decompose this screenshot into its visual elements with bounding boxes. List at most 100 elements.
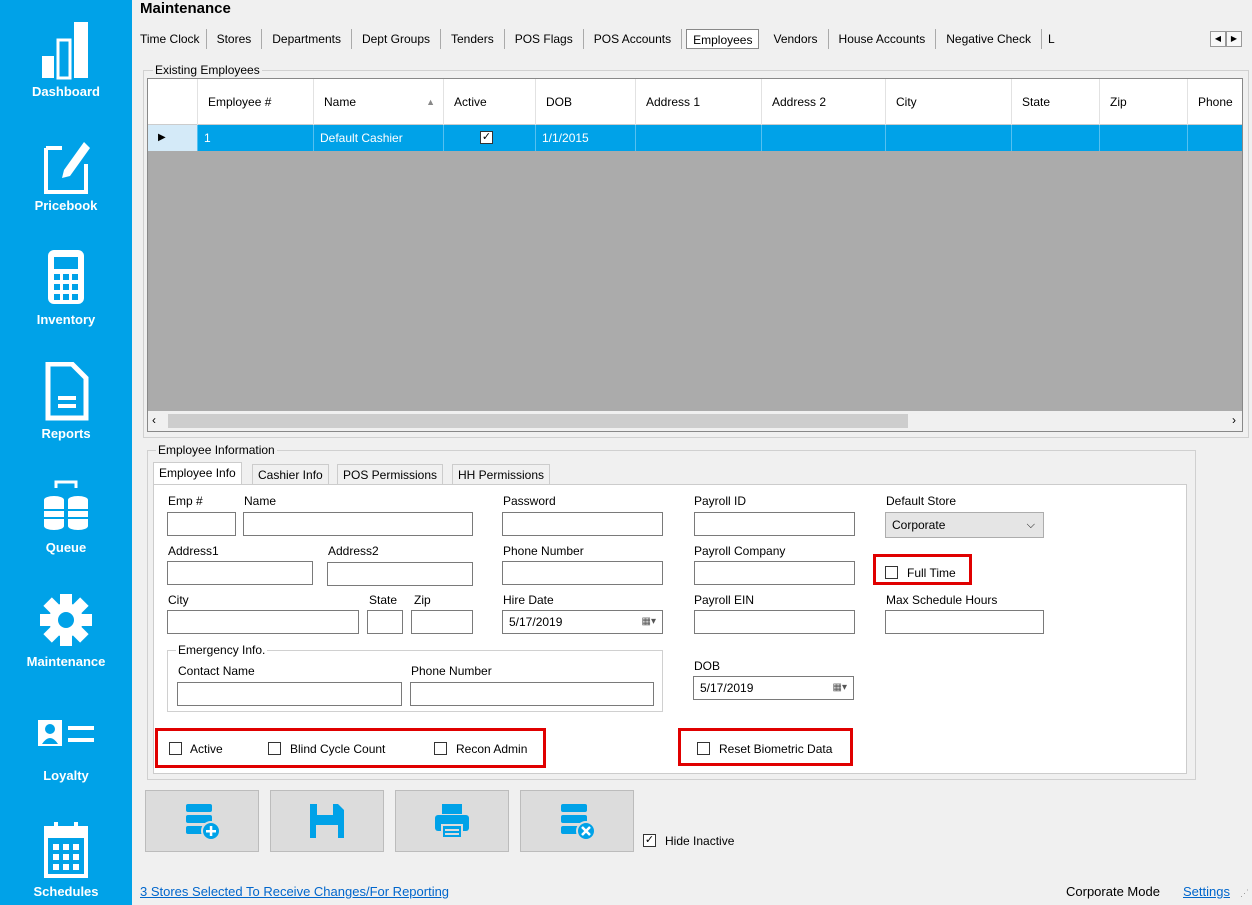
tab-pos-permissions[interactable]: POS Permissions (337, 464, 444, 485)
name-field[interactable] (243, 512, 473, 536)
cell-phone[interactable] (1188, 125, 1242, 151)
database-sync-icon (44, 480, 88, 530)
resize-grip-icon[interactable]: ⋰ (1240, 888, 1249, 899)
nav-schedules[interactable]: Schedules (0, 820, 132, 899)
dob-value: 5/17/2019 (700, 681, 754, 695)
tab-tenders[interactable]: Tenders (441, 29, 505, 49)
nav-pricebook-label: Pricebook (34, 198, 98, 213)
tab-hh-permissions[interactable]: HH Permissions (452, 464, 551, 485)
dob-picker[interactable]: 5/17/2019 ▦▾ (693, 676, 854, 700)
col-zip[interactable]: Zip (1100, 79, 1188, 125)
save-button[interactable] (270, 790, 384, 852)
tab-scroll-left-icon[interactable]: ◀ (1210, 31, 1226, 47)
nav-maintenance[interactable]: Maintenance (0, 590, 132, 669)
payroll-id-field[interactable] (694, 512, 855, 536)
phone-number-field[interactable] (502, 561, 663, 585)
default-store-select[interactable]: Corporate ⌵ (885, 512, 1044, 538)
nav-dashboard[interactable]: Dashboard (0, 20, 132, 99)
sort-ascending-icon: ▲ (426, 97, 435, 107)
cell-name[interactable]: Default Cashier (314, 125, 444, 151)
nav-inventory[interactable]: Inventory (0, 248, 132, 327)
tab-pos-accounts[interactable]: POS Accounts (584, 29, 683, 49)
cell-active[interactable]: ✓ (444, 125, 536, 151)
col-name[interactable]: Name ▲ (314, 79, 444, 125)
nav-schedules-label: Schedules (33, 884, 99, 899)
dob-label: DOB (694, 659, 721, 673)
hire-date-value: 5/17/2019 (509, 615, 563, 629)
scroll-right-icon[interactable]: › (1232, 413, 1236, 427)
cell-address2[interactable] (762, 125, 886, 151)
max-schedule-hours-field[interactable] (885, 610, 1044, 634)
add-employee-button[interactable] (145, 790, 259, 852)
tab-dept-groups[interactable]: Dept Groups (352, 29, 441, 49)
max-schedule-hours-label: Max Schedule Hours (886, 593, 998, 607)
col-city[interactable]: City (886, 79, 1012, 125)
hire-date-picker[interactable]: 5/17/2019 ▦▾ (502, 610, 663, 634)
cell-city[interactable] (886, 125, 1012, 151)
password-field[interactable] (502, 512, 663, 536)
scrollbar-thumb[interactable] (168, 414, 908, 428)
active-checkbox[interactable]: ✓ (480, 131, 493, 144)
col-active[interactable]: Active (444, 79, 536, 125)
full-time-highlight (873, 554, 972, 585)
tab-stores[interactable]: Stores (207, 29, 263, 49)
tab-scroll-right-icon[interactable]: ▶ (1226, 31, 1242, 47)
cell-address1[interactable] (636, 125, 762, 151)
cell-employee-no[interactable]: 1 (198, 125, 314, 151)
col-address1[interactable]: Address 1 (636, 79, 762, 125)
row-selector-arrow-icon[interactable]: ▶ (148, 125, 198, 151)
emp-no-label: Emp # (168, 494, 203, 508)
col-state[interactable]: State (1012, 79, 1100, 125)
tab-l[interactable]: L (1042, 29, 1061, 49)
cell-zip[interactable] (1100, 125, 1188, 151)
cell-dob[interactable]: 1/1/2015 (536, 125, 636, 151)
contact-name-field[interactable] (177, 682, 402, 706)
employees-grid[interactable]: Employee # Name ▲ Active DOB Address 1 Ad… (147, 78, 1243, 432)
payroll-company-field[interactable] (694, 561, 855, 585)
print-button[interactable] (395, 790, 509, 852)
tab-pos-flags[interactable]: POS Flags (505, 29, 584, 49)
hide-inactive-checkbox[interactable]: ✓ (643, 834, 656, 847)
tab-departments[interactable]: Departments (262, 29, 352, 49)
printer-icon (435, 804, 469, 839)
scroll-left-icon[interactable]: ‹ (152, 413, 156, 427)
nav-reports[interactable]: Reports (0, 362, 132, 441)
state-field[interactable] (367, 610, 403, 634)
tab-house-accounts[interactable]: House Accounts (829, 29, 937, 49)
payroll-ein-field[interactable] (694, 610, 855, 634)
delete-employee-button[interactable] (520, 790, 634, 852)
col-phone[interactable]: Phone (1188, 79, 1242, 125)
calendar-dropdown-icon[interactable]: ▦▾ (833, 677, 847, 699)
calendar-dropdown-icon[interactable]: ▦▾ (642, 611, 656, 633)
tab-negative-check[interactable]: Negative Check (936, 29, 1042, 49)
tab-vendors[interactable]: Vendors (763, 29, 829, 49)
tab-cashier-info[interactable]: Cashier Info (252, 464, 329, 485)
address2-field[interactable] (327, 562, 473, 586)
nav-loyalty[interactable]: Loyalty (0, 712, 132, 783)
address1-field[interactable] (167, 561, 313, 585)
nav-pricebook[interactable]: Pricebook (0, 134, 132, 213)
default-store-label: Default Store (886, 494, 957, 508)
col-dob[interactable]: DOB (536, 79, 636, 125)
col-address2[interactable]: Address 2 (762, 79, 886, 125)
emergency-phone-field[interactable] (410, 682, 654, 706)
col-employee-no[interactable]: Employee # (198, 79, 314, 125)
chevron-down-icon: ⌵ (1026, 519, 1035, 531)
hire-date-label: Hire Date (503, 593, 554, 607)
horizontal-scrollbar[interactable]: ‹ › (148, 411, 1242, 431)
zip-field[interactable] (411, 610, 473, 634)
city-field[interactable] (167, 610, 359, 634)
tab-employee-info[interactable]: Employee Info (153, 462, 242, 485)
stores-selected-link[interactable]: 3 Stores Selected To Receive Changes/For… (140, 884, 449, 899)
table-row[interactable]: ▶ 1 Default Cashier ✓ 1/1/2015 (148, 125, 1242, 151)
emp-no-field[interactable] (167, 512, 236, 536)
tab-time-clock[interactable]: Time Clock (140, 29, 207, 49)
settings-link[interactable]: Settings (1183, 884, 1230, 899)
tab-employees[interactable]: Employees (686, 29, 760, 49)
state-label: State (369, 593, 398, 607)
save-disk-icon (310, 804, 344, 838)
nav-queue[interactable]: Queue (0, 476, 132, 555)
edit-document-icon (44, 142, 90, 194)
cell-state[interactable] (1012, 125, 1100, 151)
corporate-mode-label: Corporate Mode (1066, 884, 1160, 899)
